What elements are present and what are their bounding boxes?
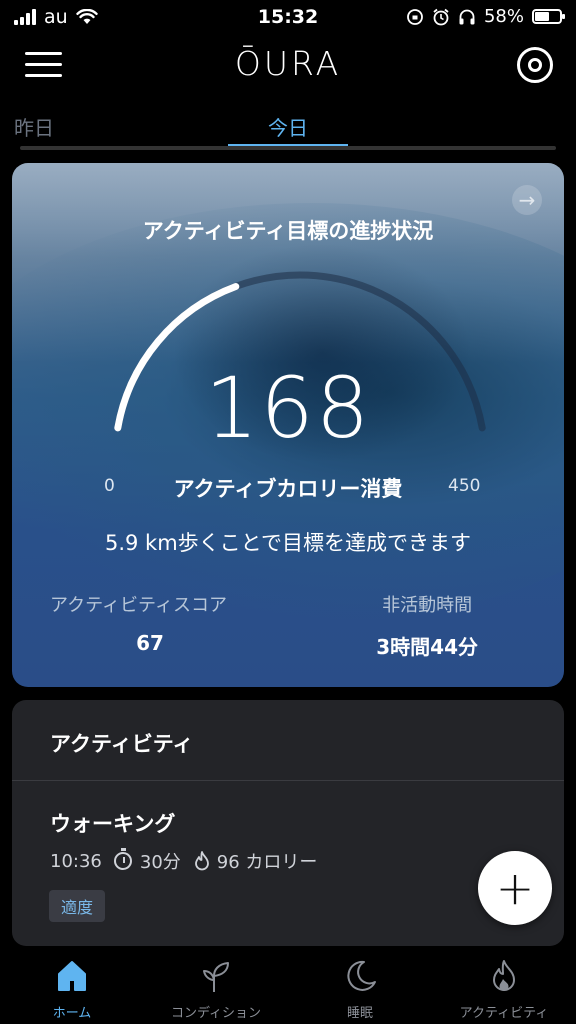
battery-icon bbox=[532, 9, 565, 24]
status-bar: au 15:32 58% bbox=[0, 0, 576, 34]
stat-label: アクティビティスコア bbox=[50, 595, 227, 616]
activity-goal-card[interactable]: → アクティビティ目標の進捗状況 168 0 アクティブカロリー消費 450 5… bbox=[12, 163, 564, 687]
divider bbox=[12, 780, 564, 781]
tab-divider bbox=[20, 146, 556, 150]
timer-icon bbox=[113, 848, 132, 870]
bottom-nav: ホーム コンディション 睡眠 アクティビティ bbox=[0, 948, 576, 1024]
intensity-badge: 適度 bbox=[49, 890, 106, 922]
stat-value: 3時間44分 bbox=[376, 635, 478, 659]
date-tabs: 昨日 今日 bbox=[0, 104, 576, 150]
status-right: 58% bbox=[406, 6, 565, 27]
activity-score-stat: アクティビティスコア 67 bbox=[50, 591, 250, 655]
inactive-time-stat: 非活動時間 3時間44分 bbox=[376, 591, 478, 660]
activity-list-card: アクティビティ ウォーキング 10:36 30分 96 カロリー 適度 bbox=[12, 700, 564, 946]
flame-icon bbox=[194, 851, 209, 871]
workout-meta: 10:36 30分 96 カロリー bbox=[50, 848, 317, 874]
stat-value: 67 bbox=[136, 631, 164, 655]
nav-readiness[interactable]: コンディション bbox=[144, 956, 288, 1021]
nav-sleep[interactable]: 睡眠 bbox=[288, 956, 432, 1021]
nav-label: コンディション bbox=[170, 1006, 262, 1021]
sprout-icon bbox=[203, 962, 229, 992]
workout-duration: 30分 bbox=[139, 852, 181, 873]
oura-logo: ŌURA bbox=[234, 44, 342, 83]
ring-status-button[interactable] bbox=[517, 47, 553, 83]
section-title[interactable]: アクティビティ bbox=[50, 728, 193, 758]
nav-label: 睡眠 bbox=[346, 1006, 373, 1021]
tab-today[interactable]: 今日 bbox=[228, 112, 348, 141]
gauge-caption: アクティブカロリー消費 bbox=[173, 477, 403, 501]
workout-title[interactable]: ウォーキング bbox=[50, 808, 175, 838]
rotation-lock-icon bbox=[407, 8, 423, 25]
gauge-max-label: 450 bbox=[448, 476, 481, 496]
nav-label: ホーム bbox=[52, 1006, 92, 1021]
home-icon bbox=[58, 961, 86, 991]
alarm-icon bbox=[433, 8, 449, 25]
workout-time: 10:36 bbox=[50, 850, 102, 872]
tab-yesterday[interactable]: 昨日 bbox=[14, 112, 54, 141]
add-button[interactable]: + bbox=[478, 851, 552, 925]
active-calories-value: 168 bbox=[204, 359, 372, 457]
battery-percent: 58% bbox=[483, 6, 524, 27]
workout-calories: 96 カロリー bbox=[216, 852, 318, 873]
nav-home[interactable]: ホーム bbox=[0, 956, 144, 1021]
ring-icon bbox=[528, 58, 542, 72]
flame-icon bbox=[493, 960, 515, 991]
stat-label: 非活動時間 bbox=[382, 595, 473, 616]
moon-icon bbox=[347, 960, 376, 991]
headphones-icon bbox=[459, 9, 475, 24]
goal-hint: 5.9 km歩くことで目標を達成できます bbox=[104, 531, 472, 555]
nav-label: アクティビティ bbox=[459, 1006, 549, 1021]
nav-activity[interactable]: アクティビティ bbox=[432, 956, 576, 1021]
